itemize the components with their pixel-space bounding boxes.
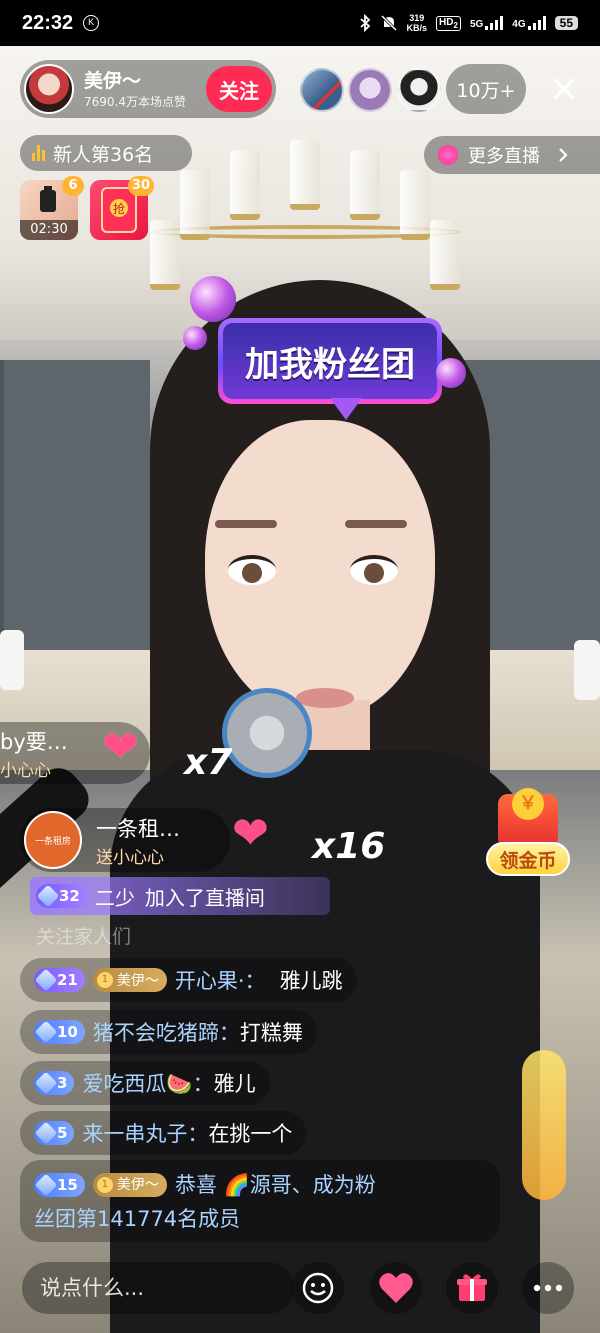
viewer-avatar[interactable] — [300, 68, 344, 112]
fan-club-sticker-text: 加我粉丝团 — [223, 323, 437, 399]
mute-bell-icon — [380, 14, 397, 32]
gift-icon — [457, 1274, 487, 1301]
chat-username[interactable]: 开心果·： — [175, 965, 266, 995]
signal-icon — [527, 16, 546, 30]
like-button[interactable] — [370, 1262, 422, 1314]
user-level-badge: 3 — [34, 1071, 75, 1095]
viewer-count-button[interactable]: 10万+ — [446, 64, 526, 114]
comment-input[interactable] — [22, 1262, 294, 1314]
net-speed: 319 KB/s — [406, 13, 428, 33]
gift-notice[interactable]: 一条租房 一条租… 送小心心 — [20, 808, 230, 872]
user-level-badge: 21 — [34, 968, 85, 992]
anchor-avatar[interactable] — [24, 64, 74, 114]
rank-chart-icon — [32, 145, 45, 161]
live-dot-icon — [438, 145, 458, 165]
fan-club-join-message[interactable]: 15 1 美伊～ 恭喜 🌈源哥、成为粉 丝团第141774名成员 — [20, 1160, 500, 1242]
user-level-badge: 15 — [34, 1173, 85, 1197]
fan-club-sticker[interactable]: 加我粉丝团 — [218, 318, 442, 404]
chat-text: 打糕舞 — [239, 1021, 303, 1045]
streamer-eye — [228, 555, 276, 585]
lucky-bag-box[interactable]: 6 02:30 — [20, 176, 84, 240]
gift-combo-count: x16 — [312, 826, 386, 867]
enter-room-message: 32 二少 加入了直播间 — [30, 877, 330, 915]
more-button[interactable] — [522, 1262, 574, 1314]
viewer-avatar[interactable] — [397, 68, 441, 112]
congrats-text-line1: 恭喜 🌈源哥、成为粉 — [174, 1173, 376, 1197]
svg-text:抢: 抢 — [113, 201, 125, 216]
gift-count-badge: 30 — [127, 176, 154, 196]
heart-icon — [379, 1273, 413, 1303]
close-button[interactable] — [545, 70, 583, 108]
disco-ball-icon — [190, 276, 236, 322]
anchor-info-pill[interactable]: 美伊～ 7690.4万本场点赞 关注 — [20, 60, 276, 118]
lamp-left — [0, 630, 24, 690]
status-bar: 22:32 K 319 KB/s HD2 5G 4G 55 — [0, 0, 600, 46]
chat-text: 在挑一个 — [208, 1122, 293, 1146]
network-5g: 5G — [470, 16, 504, 30]
close-icon — [553, 78, 575, 100]
gift-combo-count: x7 — [184, 742, 233, 783]
chat-username[interactable]: 来一串丸子： — [82, 1118, 208, 1148]
gift-sender-name: by要… — [0, 729, 68, 754]
disco-ball-icon — [436, 358, 466, 388]
rank-label: 新人第36名 — [53, 143, 154, 166]
disco-ball-icon — [183, 326, 207, 350]
lamp-right — [574, 640, 600, 700]
enter-text: 加入了直播间 — [144, 885, 265, 910]
user-level-badge: 10 — [34, 1020, 85, 1044]
emoji-sticker-icon — [522, 1050, 566, 1200]
chevron-right-icon — [559, 148, 568, 162]
signal-icon — [485, 16, 504, 30]
entering-user-name[interactable]: 二少 — [95, 882, 135, 911]
chat-message[interactable]: 3 爱吃西瓜🍉： 雅儿 — [20, 1061, 270, 1105]
viewer-avatar[interactable] — [348, 68, 392, 112]
rank-badge[interactable]: 新人第36名 — [20, 135, 192, 171]
countdown-timer: 02:30 — [20, 220, 78, 240]
treasure-chest-icon — [498, 788, 558, 848]
anchor-likes: 7690.4万本场点赞 — [84, 94, 186, 109]
streamer-eye — [350, 555, 398, 585]
gift-sender-name: 一条租… — [96, 816, 180, 841]
chat-username[interactable]: 猪不会吃猪蹄： — [93, 1017, 240, 1047]
chat-text: 雅儿跳 — [279, 969, 343, 993]
more-live-button[interactable]: 更多直播 — [424, 136, 600, 174]
more-live-label: 更多直播 — [468, 146, 540, 167]
user-level-badge: 5 — [34, 1121, 75, 1145]
anchor-name[interactable]: 美伊～ — [84, 69, 186, 93]
chat-username[interactable]: 爱吃西瓜🍉： — [82, 1068, 213, 1098]
fan-club-badge: 1 美伊～ — [92, 968, 167, 992]
bluetooth-icon — [359, 14, 370, 32]
hd-badge: HD2 — [436, 15, 461, 31]
gift-button[interactable] — [446, 1262, 498, 1314]
chat-message[interactable]: 10 猪不会吃猪蹄： 打糕舞 — [20, 1010, 317, 1054]
chat-message[interactable]: 5 来一串丸子： 在挑一个 — [20, 1111, 307, 1155]
red-packet-box[interactable]: 抢 30 — [90, 176, 154, 240]
congrats-text-line2: 丝团第141774名成员 — [34, 1207, 241, 1231]
user-level-badge: 32 — [36, 884, 87, 908]
gold-coin-label: 领金币 — [486, 842, 570, 876]
k-badge: K — [83, 15, 100, 31]
streamer-lips — [296, 688, 354, 708]
sender-avatar: 一条租房 — [24, 811, 82, 869]
chat-text: 雅儿 — [213, 1072, 256, 1096]
emoji-icon — [302, 1272, 334, 1304]
gift-description: 送小心心 — [96, 847, 164, 868]
heart-gift-icon: ❤ — [102, 722, 139, 773]
gift-count-badge: 6 — [62, 176, 84, 196]
microphone-head — [222, 688, 312, 778]
more-icon — [533, 1284, 563, 1292]
gift-description: 小心心 — [0, 760, 51, 781]
chat-message[interactable]: 21 1 美伊～ 开心果·： 雅儿跳 — [20, 958, 357, 1002]
battery-icon: 55 — [554, 16, 578, 30]
faded-comment: 关注家人们 — [36, 926, 132, 948]
heart-gift-icon: ❤ — [232, 808, 269, 859]
status-time: 22:32 — [22, 11, 74, 34]
gold-coin-widget[interactable]: 领金币 — [486, 788, 570, 882]
fan-club-badge: 1 美伊～ — [92, 1173, 167, 1197]
network-4g: 4G — [512, 16, 546, 30]
emoji-button[interactable] — [292, 1262, 344, 1314]
follow-button[interactable]: 关注 — [206, 66, 272, 112]
